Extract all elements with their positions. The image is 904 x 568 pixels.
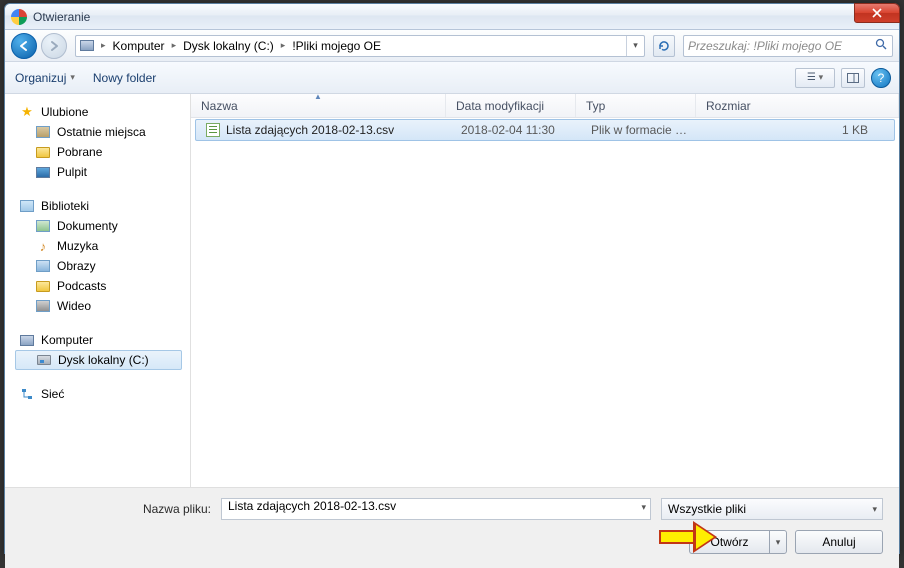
refresh-icon bbox=[658, 40, 670, 52]
arrow-right-icon bbox=[48, 40, 60, 52]
computer-icon bbox=[19, 332, 35, 348]
close-button[interactable] bbox=[854, 3, 900, 23]
file-open-dialog: Otwieranie ▸ Komputer ▸ Dysk lokalny (C:… bbox=[4, 3, 900, 554]
file-list: Nazwa▲ Data modyfikacji Typ Rozmiar List… bbox=[191, 94, 899, 487]
recent-icon bbox=[35, 124, 51, 140]
downloads-icon bbox=[35, 144, 51, 160]
file-date: 2018-02-04 11:30 bbox=[451, 123, 581, 137]
view-options-button[interactable]: ☰ ▾ bbox=[795, 68, 835, 88]
sidebar-item-podcasts[interactable]: Podcasts bbox=[15, 276, 190, 296]
sort-asc-icon: ▲ bbox=[314, 92, 322, 101]
file-type-filter[interactable]: Wszystkie pliki ▾ bbox=[661, 498, 883, 520]
sidebar: ★Ulubione Ostatnie miejsca Pobrane Pulpi… bbox=[5, 94, 191, 487]
filename-input[interactable]: Lista zdających 2018-02-13.csv ▾ bbox=[221, 498, 651, 520]
cancel-button[interactable]: Anuluj bbox=[795, 530, 883, 554]
chrome-icon bbox=[11, 9, 27, 25]
file-type: Plik w formacie w... bbox=[581, 123, 701, 137]
documents-icon bbox=[35, 218, 51, 234]
pictures-icon bbox=[35, 258, 51, 274]
csv-file-icon bbox=[206, 123, 220, 137]
sidebar-network[interactable]: Sieć bbox=[15, 384, 190, 404]
desktop-icon bbox=[35, 164, 51, 180]
breadcrumb-part[interactable]: Dysk lokalny (C:) bbox=[179, 36, 278, 56]
help-button[interactable]: ? bbox=[871, 68, 891, 88]
search-icon bbox=[875, 38, 888, 54]
window-title: Otwieranie bbox=[33, 10, 90, 24]
help-icon: ? bbox=[878, 71, 885, 85]
nav-bar: ▸ Komputer ▸ Dysk lokalny (C:) ▸ !Pliki … bbox=[5, 30, 899, 62]
sidebar-computer[interactable]: Komputer bbox=[15, 330, 190, 350]
open-button-dropdown[interactable]: ▾ bbox=[769, 530, 787, 554]
new-folder-button[interactable]: Nowy folder bbox=[93, 71, 156, 85]
callout-arrow bbox=[659, 522, 723, 552]
star-icon: ★ bbox=[19, 104, 35, 120]
sidebar-item-local-disk-c[interactable]: Dysk lokalny (C:) bbox=[15, 350, 182, 370]
file-name: Lista zdających 2018-02-13.csv bbox=[196, 123, 451, 137]
column-headers: Nazwa▲ Data modyfikacji Typ Rozmiar bbox=[191, 94, 899, 118]
chevron-down-icon: ▾ bbox=[70, 72, 75, 83]
sidebar-item-downloads[interactable]: Pobrane bbox=[15, 142, 190, 162]
sidebar-item-recent[interactable]: Ostatnie miejsca bbox=[15, 122, 190, 142]
computer-icon bbox=[76, 40, 98, 51]
breadcrumb-dropdown[interactable]: ▾ bbox=[626, 36, 644, 56]
forward-button[interactable] bbox=[41, 33, 67, 59]
sidebar-item-music[interactable]: ♪Muzyka bbox=[15, 236, 190, 256]
breadcrumb-part[interactable]: Komputer bbox=[109, 36, 169, 56]
toolbar: Organizuj ▾ Nowy folder ☰ ▾ ? bbox=[5, 62, 899, 94]
titlebar[interactable]: Otwieranie bbox=[5, 4, 899, 30]
chevron-down-icon: ▾ bbox=[872, 504, 877, 515]
refresh-button[interactable] bbox=[653, 35, 675, 57]
pane-icon bbox=[847, 73, 859, 83]
column-type[interactable]: Typ bbox=[576, 94, 696, 117]
videos-icon bbox=[35, 298, 51, 314]
search-input[interactable]: Przeszukaj: !Pliki mojego OE bbox=[683, 35, 893, 57]
file-row[interactable]: Lista zdających 2018-02-13.csv 2018-02-0… bbox=[195, 119, 895, 141]
list-view-icon: ☰ bbox=[807, 72, 816, 83]
organize-menu[interactable]: Organizuj ▾ bbox=[15, 71, 75, 85]
network-icon bbox=[19, 386, 35, 402]
sidebar-item-documents[interactable]: Dokumenty bbox=[15, 216, 190, 236]
chevron-down-icon[interactable]: ▾ bbox=[641, 502, 646, 513]
sidebar-libraries[interactable]: Biblioteki bbox=[15, 196, 190, 216]
search-placeholder: Przeszukaj: !Pliki mojego OE bbox=[688, 39, 842, 53]
column-name[interactable]: Nazwa▲ bbox=[191, 94, 446, 117]
podcasts-icon bbox=[35, 278, 51, 294]
arrow-left-icon bbox=[18, 40, 30, 52]
file-size: 1 KB bbox=[701, 123, 894, 137]
sidebar-favorites[interactable]: ★Ulubione bbox=[15, 102, 190, 122]
sidebar-item-desktop[interactable]: Pulpit bbox=[15, 162, 190, 182]
breadcrumb[interactable]: ▸ Komputer ▸ Dysk lokalny (C:) ▸ !Pliki … bbox=[75, 35, 645, 57]
music-icon: ♪ bbox=[35, 238, 51, 254]
filename-label: Nazwa pliku: bbox=[21, 502, 211, 516]
chevron-right-icon[interactable]: ▸ bbox=[278, 40, 289, 51]
close-icon bbox=[872, 8, 882, 18]
sidebar-item-pictures[interactable]: Obrazy bbox=[15, 256, 190, 276]
breadcrumb-part[interactable]: !Pliki mojego OE bbox=[288, 36, 385, 56]
back-button[interactable] bbox=[11, 33, 37, 59]
chevron-right-icon[interactable]: ▸ bbox=[169, 40, 180, 51]
column-size[interactable]: Rozmiar bbox=[696, 94, 899, 117]
chevron-down-icon: ▾ bbox=[819, 72, 824, 83]
preview-pane-button[interactable] bbox=[841, 68, 865, 88]
disk-icon bbox=[36, 352, 52, 368]
column-date[interactable]: Data modyfikacji bbox=[446, 94, 576, 117]
chevron-right-icon[interactable]: ▸ bbox=[98, 40, 109, 51]
footer: Nazwa pliku: Lista zdających 2018-02-13.… bbox=[5, 487, 899, 568]
sidebar-item-videos[interactable]: Wideo bbox=[15, 296, 190, 316]
libraries-icon bbox=[19, 198, 35, 214]
